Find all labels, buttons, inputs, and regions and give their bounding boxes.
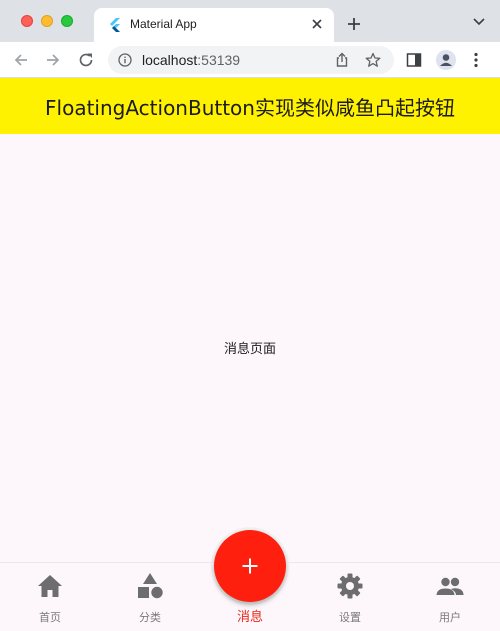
- url-port: :53139: [197, 52, 241, 68]
- info-icon[interactable]: [118, 53, 132, 67]
- minimize-window-button[interactable]: [41, 15, 53, 27]
- tab-title: Material App: [130, 17, 197, 31]
- page-body: 消息页面: [0, 134, 500, 562]
- new-tab-icon[interactable]: [346, 16, 362, 32]
- fab-circle[interactable]: [214, 530, 286, 602]
- side-panel-icon[interactable]: [406, 52, 422, 68]
- nav-item-home[interactable]: 首页: [0, 563, 100, 631]
- nav-label-message: 消息: [236, 610, 263, 625]
- reload-icon[interactable]: [77, 51, 95, 69]
- category-icon: [138, 573, 163, 599]
- close-icon[interactable]: [310, 17, 324, 31]
- flutter-icon: [110, 18, 120, 32]
- nav-label-category: 分类: [139, 611, 161, 624]
- home-icon: [38, 575, 62, 597]
- back-arrow-icon[interactable]: [12, 51, 30, 69]
- profile-avatar[interactable]: [436, 50, 456, 70]
- page-title: FloatingActionButton实现类似咸鱼凸起按钮: [45, 95, 455, 120]
- floating-action-button[interactable]: [211, 527, 289, 605]
- nav-item-category[interactable]: 分类: [100, 563, 200, 631]
- close-window-button[interactable]: [21, 15, 33, 27]
- browser-titlebar: Material App: [0, 0, 500, 42]
- nav-item-user[interactable]: 用户: [400, 563, 500, 631]
- nav-label-settings: 设置: [339, 611, 361, 624]
- nav-item-settings[interactable]: 设置: [300, 563, 400, 631]
- gear-icon: [337, 573, 363, 599]
- browser-tab[interactable]: Material App: [94, 8, 334, 42]
- nav-label-user: 用户: [439, 611, 461, 624]
- people-icon: [436, 577, 464, 595]
- app-bar: FloatingActionButton实现类似咸鱼凸起按钮: [0, 78, 500, 134]
- url-text[interactable]: localhost:53139: [142, 52, 240, 68]
- page-content-text: 消息页面: [223, 341, 276, 357]
- browser-toolbar: localhost:53139: [0, 42, 500, 78]
- more-vert-icon[interactable]: [474, 52, 478, 68]
- url-host: localhost: [142, 52, 198, 68]
- nav-label-home: 首页: [39, 611, 61, 624]
- person-icon: [440, 54, 452, 66]
- share-icon[interactable]: [334, 52, 350, 68]
- chevron-down-icon[interactable]: [472, 17, 486, 27]
- address-bar[interactable]: localhost:53139: [108, 46, 394, 74]
- forward-arrow-icon[interactable]: [44, 51, 62, 69]
- bookmark-star-icon[interactable]: [365, 52, 381, 68]
- maximize-window-button[interactable]: [61, 15, 73, 27]
- plus-icon: [242, 558, 258, 574]
